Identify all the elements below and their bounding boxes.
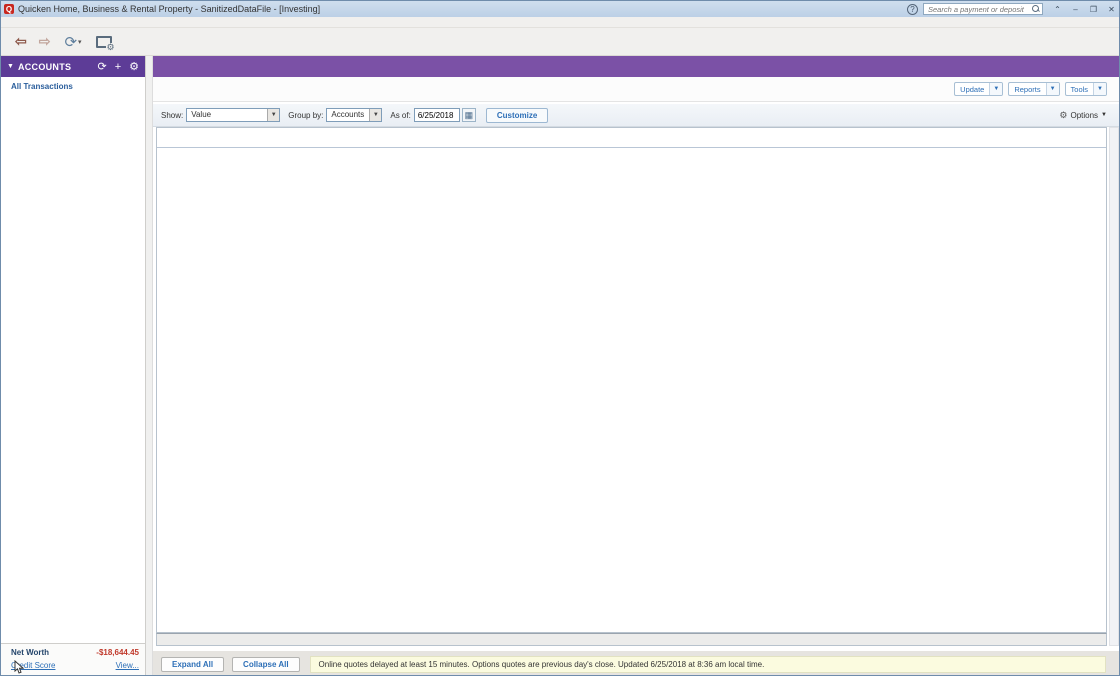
accounts-settings-icon[interactable]: ⚙ xyxy=(129,60,139,73)
quotes-status-message: Online quotes delayed at least 15 minute… xyxy=(310,656,1106,673)
accounts-title: ACCOUNTS xyxy=(18,62,90,72)
back-icon[interactable]: ⇦ xyxy=(15,33,27,50)
show-label: Show: xyxy=(161,111,183,120)
search-icon[interactable] xyxy=(1032,5,1040,13)
expand-all-button[interactable]: Expand All xyxy=(161,657,224,672)
refresh-accounts-icon[interactable]: ⟳ xyxy=(97,60,106,73)
table-scrollbar[interactable] xyxy=(1109,127,1119,646)
investing-content: Update▼ Reports▼ Tools▼ Show: Value▼ Gro… xyxy=(153,56,1120,676)
net-worth-value: -$18,644.45 xyxy=(96,648,139,657)
toolbar: ⇦ ⇨ ⟳ ▾ ⚙ xyxy=(1,28,1120,56)
quicken-logo-icon: Q xyxy=(4,4,14,14)
forward-icon[interactable]: ⇨ xyxy=(39,33,51,50)
investing-subtabs: Update▼ Reports▼ Tools▼ xyxy=(153,77,1120,102)
portfolio-footer: Expand All Collapse All Online quotes de… xyxy=(153,651,1120,676)
action-buttons: Update▼ Reports▼ Tools▼ xyxy=(949,82,1107,96)
accounts-list: All Transactions xyxy=(1,77,145,643)
mouse-cursor xyxy=(12,660,25,675)
minimize-button[interactable]: – xyxy=(1067,3,1084,15)
sidebar-scrollbar[interactable] xyxy=(146,56,153,676)
options-button[interactable]: ⚙ Options ▼ xyxy=(1059,110,1107,121)
search-input[interactable] xyxy=(926,4,1032,15)
mobile-sync-icon[interactable]: ⚙ xyxy=(96,36,112,48)
update-button[interactable]: Update▼ xyxy=(954,82,1003,96)
gear-icon: ⚙ xyxy=(1059,110,1067,121)
portfolio-filterbar: Show: Value▼ Group by: Accounts▼ As of: … xyxy=(153,104,1120,127)
show-dropdown[interactable]: Value▼ xyxy=(186,108,280,122)
close-button[interactable]: ✕ xyxy=(1103,3,1120,15)
totals-row xyxy=(156,633,1107,646)
customize-button[interactable]: Customize xyxy=(486,108,548,123)
as-of-label: As of: xyxy=(390,111,410,120)
update-dropdown-icon[interactable]: ▾ xyxy=(78,38,82,46)
reports-button[interactable]: Reports▼ xyxy=(1008,82,1059,96)
accounts-sidebar: ▼ ACCOUNTS ⟳ + ⚙ All Transactions Net Wo… xyxy=(1,56,146,676)
portfolio-table xyxy=(156,127,1107,633)
quicken-window: Q Quicken Home, Business & Rental Proper… xyxy=(0,0,1120,676)
window-title: Quicken Home, Business & Rental Property… xyxy=(18,4,320,14)
view-link[interactable]: View... xyxy=(116,661,139,670)
tools-button[interactable]: Tools▼ xyxy=(1065,82,1107,96)
collapse-ribbon-button[interactable]: ⌃ xyxy=(1049,3,1066,15)
accounts-header: ▼ ACCOUNTS ⟳ + ⚙ xyxy=(1,56,145,77)
menu-bar xyxy=(1,17,1120,28)
calendar-icon[interactable]: ▦ xyxy=(462,108,476,122)
main-nav xyxy=(153,56,1120,77)
table-header xyxy=(157,128,1106,148)
title-bar: Q Quicken Home, Business & Rental Proper… xyxy=(1,1,1120,17)
credit-score-link[interactable]: Credit Score xyxy=(11,661,116,670)
collapse-all-button[interactable]: Collapse All xyxy=(232,657,300,672)
net-worth-label: Net Worth xyxy=(11,648,96,657)
restore-button[interactable]: ❐ xyxy=(1085,3,1102,15)
help-icon[interactable]: ? xyxy=(907,4,918,15)
add-account-icon[interactable]: + xyxy=(115,61,121,73)
chevron-down-icon[interactable]: ▼ xyxy=(7,63,14,70)
one-step-update-icon[interactable]: ⟳ xyxy=(64,33,77,51)
global-search[interactable] xyxy=(923,3,1043,15)
group-by-dropdown[interactable]: Accounts▼ xyxy=(326,108,382,122)
all-transactions-link[interactable]: All Transactions xyxy=(1,77,145,95)
group-by-label: Group by: xyxy=(288,111,323,120)
as-of-date-input[interactable] xyxy=(414,108,460,122)
